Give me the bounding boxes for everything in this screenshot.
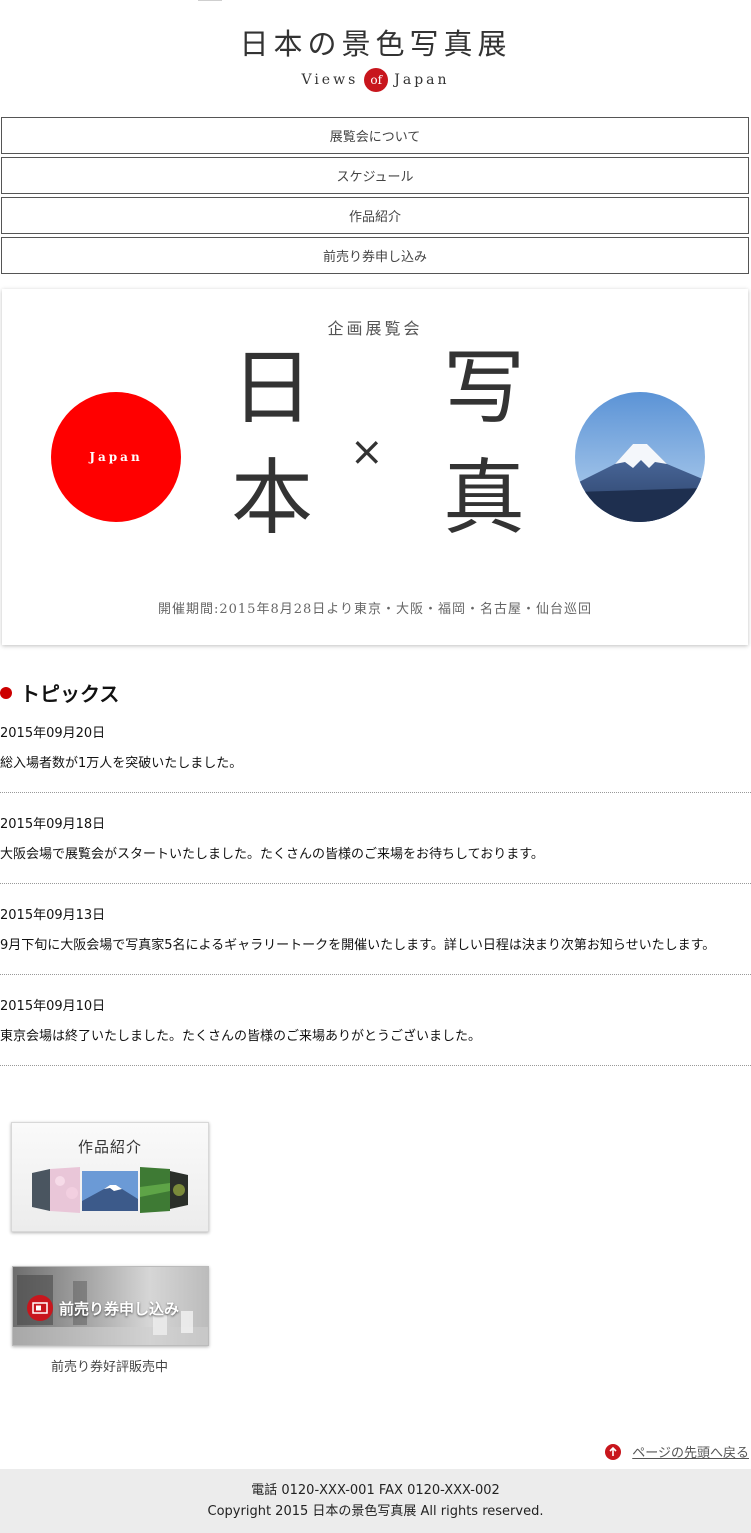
mount-fuji-photo (575, 392, 705, 522)
hero-banner: 企画展覧会 Japan 日 本 × 写 真 開催期間:2015年8月28日より東 (2, 289, 748, 645)
japan-sun-circle: Japan (51, 392, 181, 522)
topics-title: トピックス (20, 682, 120, 706)
hero-exhibition-period: 開催期間:2015年8月28日より東京・大阪・福岡・名古屋・仙台巡回 (157, 602, 593, 617)
ticket-icon (27, 1295, 53, 1321)
logo-sub-japan: Japan (394, 72, 450, 88)
topic-date: 2015年09月13日 (0, 908, 106, 923)
logo-of-badge: of (364, 68, 389, 92)
topic-text: 総入場者数が1万人を突破いたしました。 (0, 756, 243, 771)
top-divider (198, 0, 222, 1)
topic-date: 2015年09月20日 (0, 726, 106, 741)
logo-sub-views: Views (301, 72, 359, 88)
site-footer: 電話 0120-XXX-001 FAX 0120-XXX-002 Copyrig… (0, 1469, 751, 1533)
footer-copyright: Copyright 2015 日本の景色写真展 All rights reser… (207, 1504, 544, 1519)
topic-text: 大阪会場で展覧会がスタートいたしました。たくさんの皆様のご来場をお待ちしておりま… (0, 847, 544, 862)
ticket-banner-content: 前売り券申し込み (27, 1295, 179, 1321)
hero-kanji-sha: 写 (442, 341, 525, 436)
nav-item-about[interactable]: 展覧会について (1, 117, 749, 154)
topic-date: 2015年09月10日 (0, 999, 106, 1014)
nav-item-schedule[interactable]: スケジュール (1, 157, 749, 194)
ticket-banner[interactable]: 前売り券申し込み (12, 1266, 209, 1346)
topic-text: 東京会場は終了いたしました。たくさんの皆様のご来場ありがとうございました。 (0, 1029, 482, 1044)
works-banner-title: 作品紹介 (77, 1138, 142, 1156)
main-nav: 展覧会について スケジュール 作品紹介 前売り券申し込み (1, 117, 749, 277)
ticket-caption: 前売り券好評販売中 (50, 1360, 168, 1375)
topic-item: 2015年09月18日 大阪会場で展覧会がスタートいたしました。たくさんの皆様の… (0, 813, 751, 884)
hero-sun-text: Japan (89, 450, 143, 464)
topic-item: 2015年09月10日 東京会場は終了いたしました。たくさんの皆様のご来場ありが… (0, 995, 751, 1066)
site-logo[interactable]: 日本の景色写真展 Views of Japan (0, 24, 751, 92)
hero-times-sign: × (350, 429, 384, 475)
hero-kanji-nichi: 日 (230, 341, 313, 436)
hero-kanji-hon: 本 (230, 451, 313, 546)
ticket-banner-label: 前売り券申し込み (59, 1299, 180, 1318)
topic-date: 2015年09月18日 (0, 817, 106, 832)
arrow-up-icon (605, 1443, 622, 1460)
bullet-dot-icon (0, 686, 12, 699)
topic-item: 2015年09月20日 総入場者数が1万人を突破いたしました。 (0, 722, 751, 793)
nav-item-tickets[interactable]: 前売り券申し込み (1, 237, 749, 274)
hero-subtitle: 企画展覧会 (327, 319, 423, 338)
works-banner[interactable]: 作品紹介 (11, 1122, 209, 1232)
page-top-label: ページの先頭へ戻る (632, 1446, 749, 1461)
page-top-link[interactable]: ページの先頭へ戻る (605, 1442, 749, 1461)
topics-list: 2015年09月20日 総入場者数が1万人を突破いたしました。 2015年09月… (0, 722, 751, 1086)
logo-title: 日本の景色写真展 (239, 27, 512, 61)
works-thumbnails-image (32, 1167, 188, 1213)
nav-item-works[interactable]: 作品紹介 (1, 197, 749, 234)
topic-text: 9月下旬に大阪会場で写真家5名によるギャラリートークを開催いたします。詳しい日程… (0, 938, 716, 953)
logo-subtitle: Views of Japan (0, 68, 751, 92)
topics-heading: トピックス (0, 678, 119, 707)
hero-kanji-shin: 真 (442, 451, 525, 546)
footer-contact: 電話 0120-XXX-001 FAX 0120-XXX-002 (251, 1483, 500, 1498)
topic-item: 2015年09月13日 9月下旬に大阪会場で写真家5名によるギャラリートークを開… (0, 904, 751, 975)
